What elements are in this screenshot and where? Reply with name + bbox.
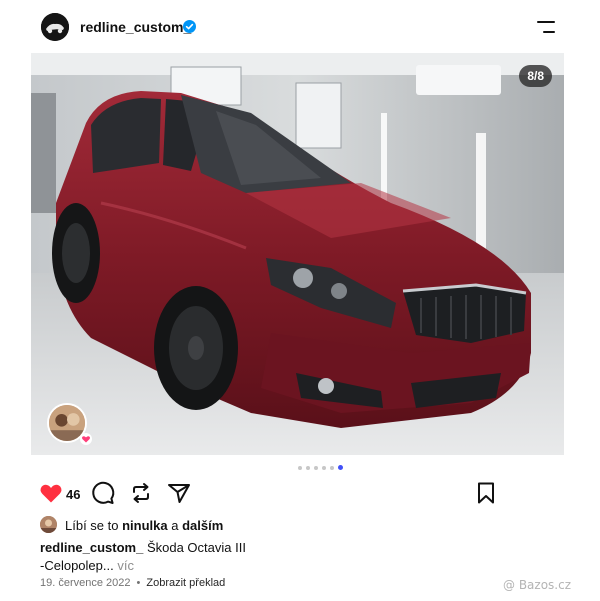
carousel-indicator <box>0 465 600 471</box>
caption-username[interactable]: redline_custom_ <box>40 540 143 555</box>
liked-by-conjunction: a <box>171 518 179 533</box>
caption-more-link[interactable]: víc <box>117 558 134 573</box>
translate-link[interactable]: Zobrazit překlad <box>146 577 225 589</box>
watermark-text: Bazos.cz <box>518 578 572 592</box>
repost-button[interactable] <box>128 480 154 506</box>
meta-separator: • <box>136 577 141 589</box>
carousel-dot <box>321 466 326 470</box>
liker-avatar-icon <box>40 516 57 533</box>
verified-badge-icon <box>183 20 196 33</box>
liker-name[interactable]: ninulka <box>122 518 168 533</box>
action-bar <box>0 480 600 508</box>
comment-button[interactable] <box>90 480 116 506</box>
liker-avatar[interactable] <box>40 516 57 533</box>
send-icon <box>168 484 190 503</box>
post-header: redline_custom_ <box>0 0 600 52</box>
post-meta: 19. července 2022 • Zobrazit překlad <box>40 577 225 589</box>
source-watermark: @ Bazos.cz <box>503 578 571 592</box>
save-button[interactable] <box>473 480 499 506</box>
liked-by-prefix: Líbí se to <box>65 518 119 533</box>
carousel-dot <box>297 466 302 470</box>
post-caption: redline_custom_ Škoda Octavia III -Celop… <box>40 539 560 575</box>
watermark-logo-icon: @ <box>503 578 515 592</box>
like-count[interactable]: 46 <box>66 487 80 502</box>
comment-icon <box>92 481 115 504</box>
header-username[interactable]: redline_custom_ <box>80 19 191 35</box>
tagged-heart-icon <box>80 433 92 445</box>
heart-icon <box>40 484 62 503</box>
car-photo <box>31 53 564 455</box>
liked-by-others[interactable]: dalším <box>182 518 223 533</box>
carousel-dot <box>329 466 334 470</box>
post-image[interactable]: 8/8 <box>31 53 564 455</box>
menu-icon[interactable] <box>536 20 556 34</box>
like-button[interactable] <box>38 480 64 506</box>
carousel-dot <box>305 466 310 470</box>
carousel-dot <box>313 466 318 470</box>
bookmark-icon <box>478 482 494 504</box>
caption-line1: Škoda Octavia III <box>146 540 246 555</box>
post-date: 19. července 2022 <box>40 577 131 589</box>
caption-line2: -Celopolep... <box>40 558 114 573</box>
image-counter: 8/8 <box>519 65 552 87</box>
repost-icon <box>133 483 149 503</box>
carousel-dot-active <box>337 465 343 470</box>
profile-avatar[interactable] <box>41 13 69 41</box>
profile-logo-icon <box>41 13 69 41</box>
liked-by-text: Líbí se to ninulka a dalším <box>65 518 223 533</box>
share-button[interactable] <box>166 480 192 506</box>
